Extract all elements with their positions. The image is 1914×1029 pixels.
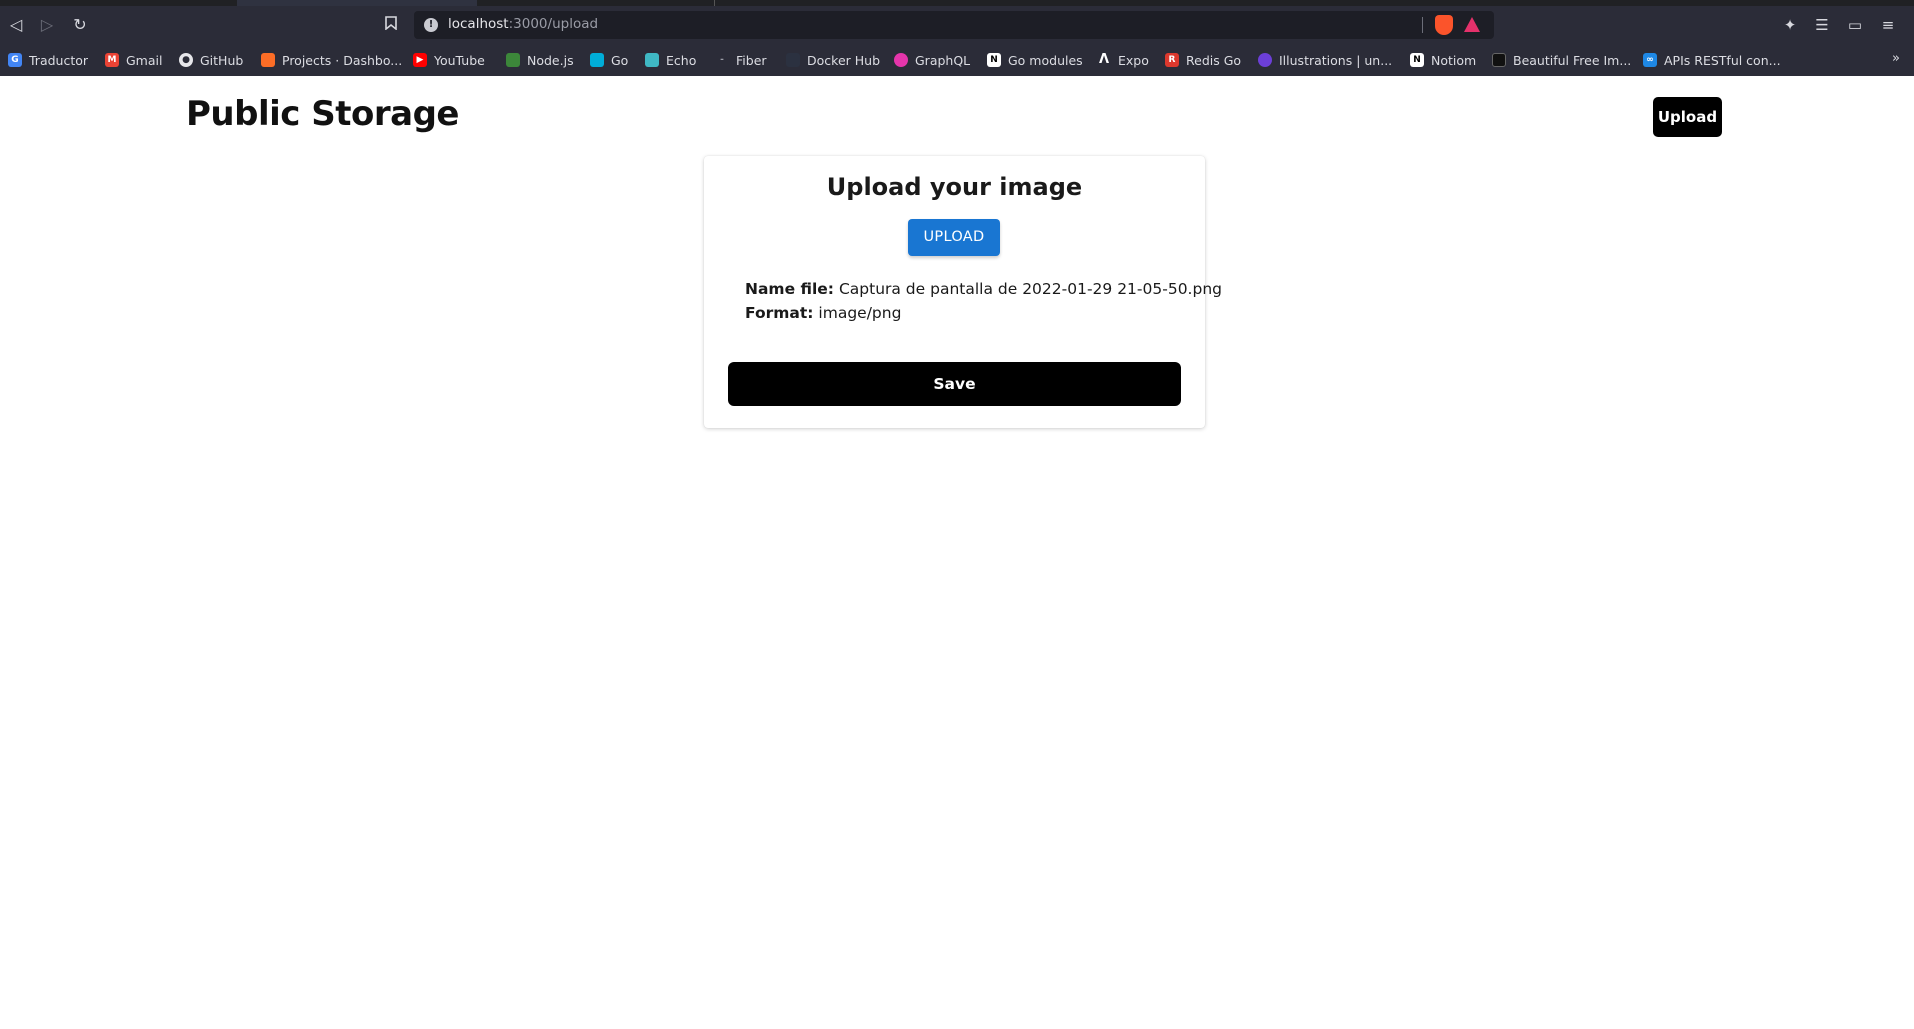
file-name-value: Captura de pantalla de 2022-01-29 21-05-… [838, 280, 1222, 298]
file-name-row: Name file: Captura de pantalla de 2022-0… [745, 280, 1222, 298]
bookmark-label: Projects · Dashbo... [282, 52, 403, 68]
site-info-icon[interactable]: ! [424, 18, 438, 32]
page: Public Storage Upload Upload your image … [0, 76, 1914, 1029]
graphql-icon [894, 53, 908, 67]
redis-icon: R [1165, 53, 1179, 67]
bookmark-traductor[interactable]: G Traductor [8, 51, 88, 69]
bookmark-label: Illustrations | un... [1279, 52, 1393, 68]
reload-icon[interactable]: ↻ [70, 15, 90, 35]
choose-file-button[interactable]: UPLOAD [908, 219, 1000, 256]
bookmark-icon[interactable] [381, 15, 401, 35]
bookmark-label: Docker Hub [807, 52, 880, 68]
bookmark-label: Node.js [527, 52, 574, 68]
bookmark-expo[interactable]: Λ Expo [1097, 51, 1149, 69]
bookmark-go[interactable]: Go [590, 51, 628, 69]
notion-icon: N [987, 53, 1001, 67]
docker-icon [786, 53, 800, 67]
reading-list-icon[interactable]: ☰ [1813, 15, 1831, 35]
bookmark-beautiful-free-images[interactable]: Beautiful Free Im... [1492, 51, 1631, 69]
github-icon: ● [179, 53, 193, 67]
brave-rewards-icon[interactable] [1464, 17, 1480, 32]
echo-icon [645, 53, 659, 67]
bookmark-redis-go[interactable]: R Redis Go [1165, 51, 1241, 69]
fiber-icon: - [715, 53, 729, 67]
file-name-label: Name file: [745, 280, 835, 298]
bookmark-label: Go [611, 52, 629, 68]
url-path: :3000/upload [508, 16, 599, 32]
bookmark-label: Echo [666, 52, 697, 68]
bookmark-notiom[interactable]: N Notiom [1410, 51, 1476, 69]
bookmark-illustrations[interactable]: Illustrations | un... [1258, 51, 1392, 69]
wallet-icon[interactable]: ▭ [1846, 15, 1864, 35]
upload-card: Upload your image UPLOAD Name file: Capt… [704, 156, 1222, 428]
bookmark-apis-restful[interactable]: ∞ APIs RESTful con... [1643, 51, 1781, 69]
nodejs-icon [506, 53, 520, 67]
address-bar[interactable]: ! localhost:3000/upload [414, 11, 1494, 39]
bookmark-graphql[interactable]: GraphQL [894, 51, 970, 69]
unsplash-icon [1492, 53, 1506, 67]
bookmark-label: Expo [1118, 52, 1149, 68]
go-icon [590, 53, 604, 67]
forward-icon[interactable]: ▷ [37, 15, 57, 35]
bookmark-label: Go modules [1008, 52, 1083, 68]
apis-icon: ∞ [1643, 53, 1657, 67]
bookmark-label: Traductor [29, 52, 89, 68]
bookmark-label: Notiom [1431, 52, 1477, 68]
url-host: localhost [448, 16, 509, 32]
bookmark-label: YouTube [434, 52, 485, 68]
bookmark-youtube[interactable]: ▶ YouTube [413, 51, 485, 69]
url-text: localhost:3000/upload [448, 16, 598, 32]
bookmark-label: GitHub [200, 52, 244, 68]
back-icon[interactable]: ◁ [6, 15, 26, 35]
url-divider [1422, 17, 1423, 33]
save-button[interactable]: Save [728, 362, 1181, 406]
bookmark-github[interactable]: ● GitHub [179, 51, 243, 69]
bookmark-gitlab[interactable]: Projects · Dashbo... [261, 51, 402, 69]
bookmark-label: GraphQL [915, 52, 971, 68]
expo-icon: Λ [1098, 52, 1110, 67]
illustrations-icon [1258, 53, 1272, 67]
bookmark-fiber[interactable]: - Fiber [715, 51, 767, 69]
bookmarks-overflow-icon[interactable]: » [1892, 51, 1900, 66]
youtube-icon: ▶ [413, 53, 427, 67]
gmail-icon: M [105, 53, 119, 67]
page-title: Public Storage [186, 94, 459, 134]
header-upload-button[interactable]: Upload [1653, 97, 1722, 137]
bookmark-label: Gmail [126, 52, 163, 68]
gitlab-icon [261, 53, 275, 67]
bookmark-label: Redis Go [1186, 52, 1242, 68]
menu-icon[interactable]: ≡ [1879, 15, 1897, 35]
extensions-icon[interactable]: ✦ [1781, 15, 1799, 35]
browser-toolbar: ◁ ▷ ↻ ! localhost:3000/upload ✦ ☰ ▭ ≡ [0, 6, 1914, 44]
google-translate-icon: G [8, 53, 22, 67]
bookmark-nodejs[interactable]: Node.js [506, 51, 574, 69]
bookmarks-bar: G Traductor M Gmail ● GitHub Projects · Das… [0, 44, 1914, 76]
bookmark-go-modules[interactable]: N Go modules [987, 51, 1083, 69]
brave-shields-icon[interactable] [1435, 15, 1453, 35]
bookmark-label: APIs RESTful con... [1664, 52, 1781, 68]
upload-card-title: Upload your image [826, 173, 1083, 201]
notion-icon: N [1410, 53, 1424, 67]
bookmark-gmail[interactable]: M Gmail [105, 51, 162, 69]
file-format-row: Format: image/png [745, 304, 901, 322]
bookmark-docker-hub[interactable]: Docker Hub [786, 51, 880, 69]
file-format-value: image/png [818, 304, 902, 322]
bookmark-echo[interactable]: Echo [645, 51, 696, 69]
bookmark-label: Beautiful Free Im... [1513, 52, 1632, 68]
bookmark-label: Fiber [736, 52, 767, 68]
file-format-label: Format: [745, 304, 814, 322]
